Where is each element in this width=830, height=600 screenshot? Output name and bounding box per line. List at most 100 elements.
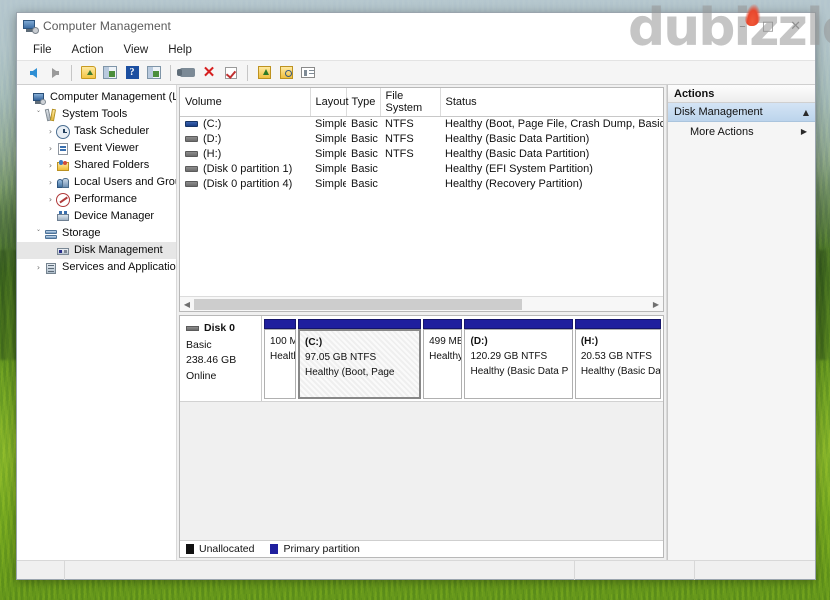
partition-status: Healthy (Basic Data P bbox=[470, 366, 569, 377]
show-hide-console-tree-icon[interactable] bbox=[100, 63, 120, 83]
tools-icon bbox=[44, 108, 58, 122]
action-more-actions[interactable]: More Actions ▶ bbox=[668, 122, 815, 141]
scrollbar-thumb[interactable] bbox=[194, 298, 522, 310]
up-one-level-icon[interactable] bbox=[78, 63, 98, 83]
volume-column-header[interactable]: Status bbox=[440, 88, 663, 117]
forward-icon[interactable] bbox=[45, 63, 65, 83]
tree-item-performance[interactable]: › Performance bbox=[17, 191, 176, 208]
window-title: Computer Management bbox=[43, 19, 171, 33]
scroll-left-icon[interactable]: ◀ bbox=[180, 298, 194, 311]
disk-info[interactable]: Disk 0 Basic 238.46 GB Online bbox=[180, 316, 262, 401]
tree-item-disk-management[interactable]: Disk Management bbox=[17, 242, 176, 259]
filesystem-cell bbox=[380, 162, 440, 177]
export-list-icon[interactable] bbox=[254, 63, 274, 83]
menu-help[interactable]: Help bbox=[160, 42, 200, 58]
tree-item-task-scheduler[interactable]: › Task Scheduler bbox=[17, 123, 176, 140]
tree-twisty[interactable]: ˇ bbox=[33, 110, 44, 119]
partition-size: 499 MB bbox=[429, 336, 463, 347]
partition-size: 97.05 GB NTFS bbox=[305, 352, 377, 363]
tree-twisty[interactable]: › bbox=[33, 263, 44, 272]
maximize-button[interactable]: □ bbox=[762, 20, 774, 33]
volume-label: (C:) bbox=[203, 118, 222, 131]
action-label: More Actions bbox=[690, 125, 754, 138]
legend-swatch bbox=[186, 544, 194, 554]
partition-block[interactable]: 499 MB Healthy (F bbox=[423, 319, 463, 399]
status-cell-2 bbox=[65, 560, 575, 580]
volume-column-header[interactable]: Layout bbox=[310, 88, 349, 117]
table-row[interactable]: (Disk 0 partition 4) Simple Basic Healthy (… bbox=[180, 177, 663, 192]
delete-icon[interactable]: ✕ bbox=[199, 63, 219, 83]
tree-item-label: System Tools bbox=[62, 108, 128, 120]
layout-cell: Simple bbox=[315, 133, 346, 145]
properties-icon[interactable] bbox=[176, 63, 197, 83]
volume-column-header[interactable]: Type bbox=[346, 88, 381, 117]
partition-size: 120.29 GB NTFS bbox=[470, 351, 548, 362]
actions-pane: Actions Disk Management ▲ More Actions ▶ bbox=[667, 85, 815, 560]
table-row[interactable]: (C:) Simple Basic NTFS Healthy (Boot, Page F… bbox=[180, 117, 663, 132]
status-cell: Healthy (Boot, Page File, Crash Dump, Ba… bbox=[445, 118, 663, 131]
show-hide-action-pane-icon[interactable] bbox=[144, 63, 164, 83]
tree-twisty[interactable]: › bbox=[45, 144, 56, 153]
partition-size: 20.53 GB NTFS bbox=[580, 351, 652, 362]
scrollbar-track[interactable] bbox=[194, 298, 649, 310]
tree-twisty[interactable]: ˇ bbox=[33, 229, 44, 238]
volume-list-horizontal-scrollbar[interactable]: ◀ ▶ bbox=[180, 296, 663, 311]
chevron-right-icon[interactable]: ▶ bbox=[801, 127, 807, 136]
storage-icon bbox=[44, 227, 58, 241]
actions-group-label: Disk Management bbox=[674, 106, 763, 118]
view-list-icon[interactable] bbox=[298, 63, 318, 83]
status-cell: Healthy (Basic Data Partition) bbox=[445, 133, 590, 145]
partition-block[interactable]: (D:) 120.29 GB NTFS Healthy (Basic Data P bbox=[464, 319, 573, 399]
scroll-right-icon[interactable]: ▶ bbox=[649, 298, 663, 311]
console-tree: Computer Management (Local) ˇ System Tools… bbox=[17, 85, 177, 560]
refresh-icon[interactable] bbox=[221, 63, 241, 83]
tree-item-storage[interactable]: ˇ Storage bbox=[17, 225, 176, 242]
volume-cell: (Disk 0 partition 1) bbox=[180, 162, 310, 177]
toolbar-separator bbox=[247, 64, 248, 81]
partition-details: 499 MB Healthy (F bbox=[423, 329, 463, 399]
tree-item-computer-management-local[interactable]: Computer Management (Local) bbox=[17, 89, 176, 106]
partition-block[interactable]: (H:) 20.53 GB NTFS Healthy (Basic Da bbox=[574, 319, 661, 399]
tree-item-shared-folders[interactable]: › Shared Folders bbox=[17, 157, 176, 174]
tree-twisty[interactable]: › bbox=[45, 127, 56, 136]
help-icon[interactable]: ? bbox=[122, 63, 142, 83]
tree-item-services-and-applications[interactable]: › Services and Applications bbox=[17, 259, 176, 276]
tree-twisty[interactable]: › bbox=[45, 195, 56, 204]
volume-column-header[interactable]: File System bbox=[380, 88, 441, 117]
table-row[interactable]: (D:) Simple Basic NTFS Healthy (Basic Data P… bbox=[180, 132, 663, 147]
tree-twisty[interactable]: › bbox=[45, 161, 56, 170]
table-row[interactable]: (H:) Simple Basic NTFS Healthy (Basic Data P… bbox=[180, 147, 663, 162]
rescan-disks-icon[interactable] bbox=[276, 63, 296, 83]
tree-item-device-manager[interactable]: Device Manager bbox=[17, 208, 176, 225]
partition-block[interactable]: (C:) 97.05 GB NTFS Healthy (Boot, Page bbox=[298, 319, 422, 399]
layout-cell: Simple bbox=[315, 118, 346, 131]
minimize-button[interactable]: – bbox=[739, 20, 746, 33]
menu-action[interactable]: Action bbox=[64, 42, 112, 58]
gauge-icon bbox=[56, 192, 70, 207]
layout-cell: Simple bbox=[315, 148, 346, 160]
actions-group-disk-management[interactable]: Disk Management ▲ bbox=[668, 103, 815, 122]
status-cell-4 bbox=[695, 561, 815, 580]
volume-cell: (D:) bbox=[180, 132, 310, 147]
close-button[interactable]: ✕ bbox=[790, 20, 801, 33]
tree-item-local-users-and-groups[interactable]: › Local Users and Groups bbox=[17, 174, 176, 191]
volume-column-header[interactable]: Volume bbox=[180, 88, 311, 117]
volume-list-panel: Volume Layout Type File System Status (C:) Si… bbox=[179, 87, 664, 312]
tree-twisty[interactable]: › bbox=[45, 178, 56, 187]
tree-item-event-viewer[interactable]: › Event Viewer bbox=[17, 140, 176, 157]
legend-label: Primary partition bbox=[283, 543, 360, 555]
back-icon[interactable] bbox=[23, 63, 43, 83]
disk-size: 238.46 GB bbox=[186, 354, 237, 367]
chevron-up-icon[interactable]: ▲ bbox=[803, 108, 809, 117]
tree-item-label: Performance bbox=[74, 193, 137, 205]
disk-legend: Unallocated Primary partition bbox=[180, 540, 663, 557]
type-cell: Basic bbox=[351, 178, 378, 190]
table-row[interactable]: (Disk 0 partition 1) Simple Basic Healthy (… bbox=[180, 162, 663, 177]
tree-item-system-tools[interactable]: ˇ System Tools bbox=[17, 106, 176, 123]
partition-block[interactable]: 100 M Health bbox=[264, 319, 296, 399]
computer-management-icon bbox=[22, 18, 39, 34]
partition-strip: 100 M Health (C:) 97.05 GB NTFS Healthy (Boo… bbox=[262, 316, 663, 401]
menu-file[interactable]: File bbox=[25, 42, 60, 58]
menu-view[interactable]: View bbox=[116, 42, 157, 58]
disk-management-content: Volume Layout Type File System Status (C:) Si… bbox=[177, 85, 667, 560]
